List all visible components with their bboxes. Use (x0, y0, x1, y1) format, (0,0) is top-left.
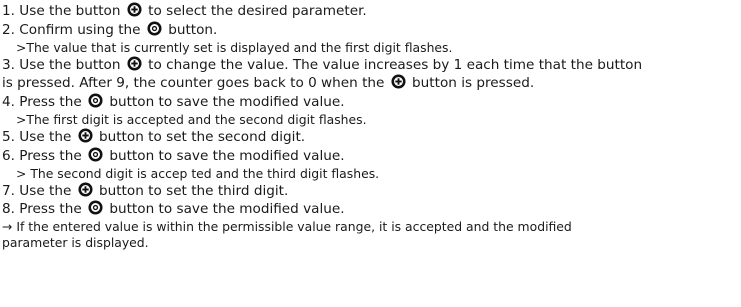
note-second-digit-flashes: >The first digit is accepted and the sec… (16, 111, 367, 127)
step-3: 3. Use the button to change the value. T… (2, 56, 643, 73)
ok-button-icon (88, 200, 103, 215)
ok-button-icon (88, 93, 103, 108)
result-note-continued: parameter is displayed. (2, 235, 149, 251)
step-6: 6. Press the button to save the modified… (2, 147, 345, 164)
note-third-digit-flashes: > The second digit is accep ted and the … (16, 165, 380, 181)
plus-button-icon (127, 2, 142, 17)
plus-button-icon (78, 128, 93, 143)
step-5: 5. Use the button to set the second digi… (2, 128, 306, 145)
ok-button-icon (147, 21, 162, 36)
instructions-document: 1. Use the button to select the desired … (0, 0, 741, 307)
step-8: 8. Press the button to save the modified… (2, 200, 345, 218)
step-1: 1. Use the button to select the desired … (2, 2, 367, 19)
note-first-digit-flashes: >The value that is currently set is disp… (16, 39, 453, 55)
step-3-continued: is pressed. After 9, the counter goes ba… (2, 74, 535, 92)
result-note: → If the entered value is within the per… (2, 219, 572, 235)
plus-button-icon (78, 182, 93, 197)
step-7: 7. Use the button to set the third digit… (2, 182, 289, 199)
plus-button-icon (127, 56, 142, 71)
plus-button-icon (391, 74, 406, 89)
step-4: 4. Press the button to save the modified… (2, 93, 345, 111)
step-2: 2. Confirm using the button. (2, 21, 218, 38)
ok-button-icon (88, 147, 103, 162)
